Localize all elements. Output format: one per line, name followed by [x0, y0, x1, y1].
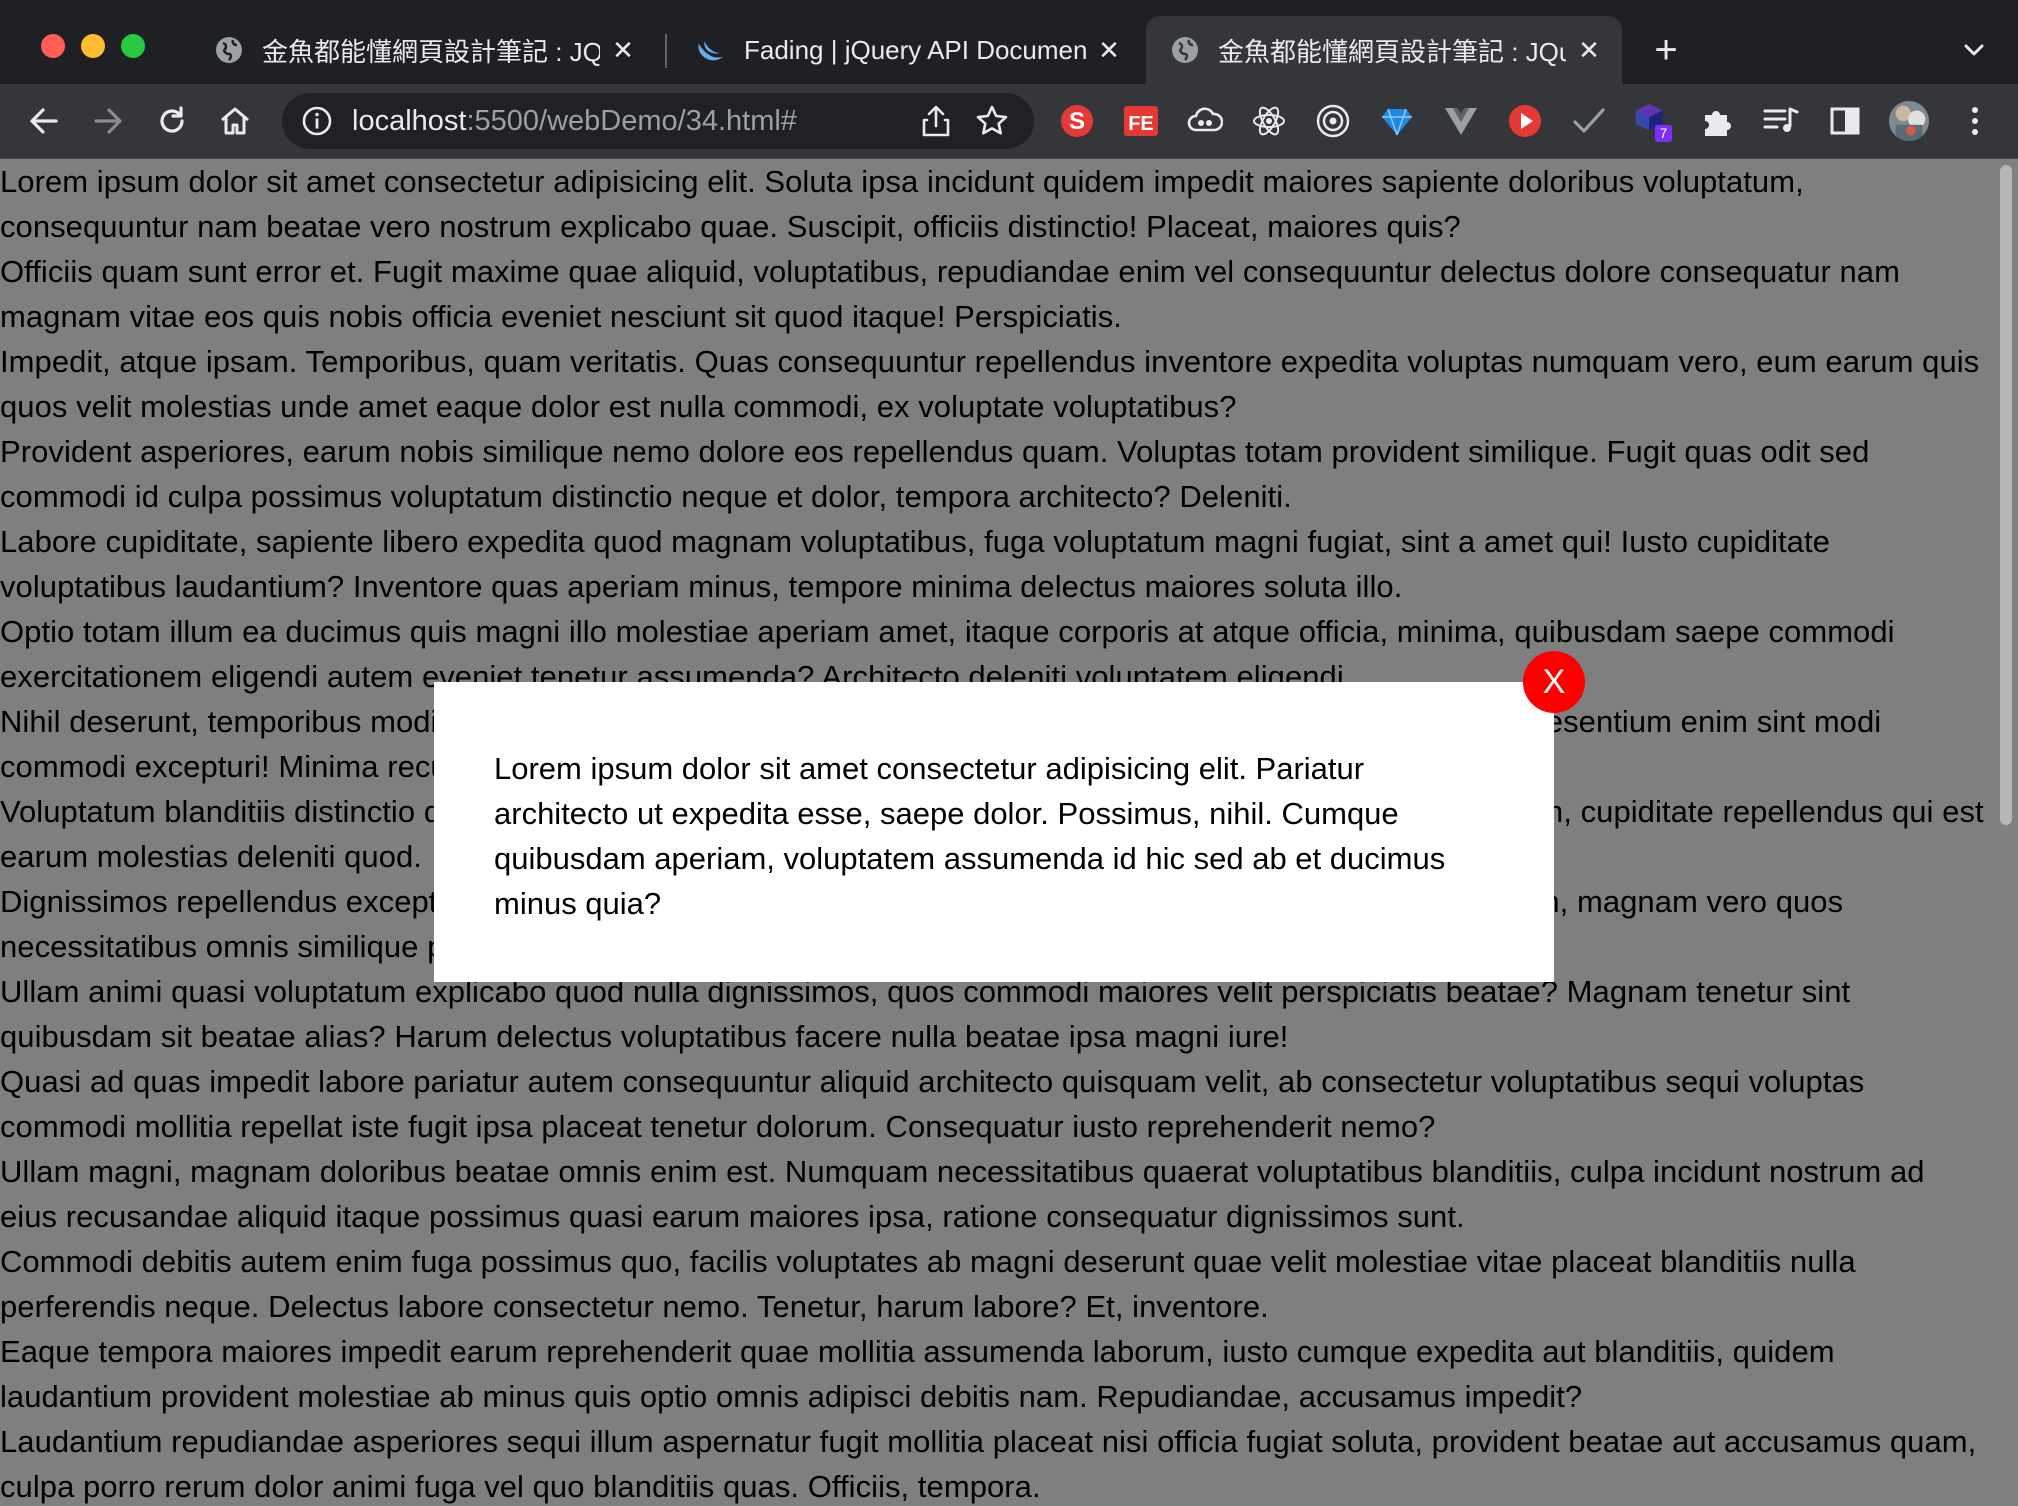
extension-diamond-icon[interactable]: [1376, 100, 1418, 142]
extensions-puzzle-icon[interactable]: [1696, 100, 1738, 142]
scrollbar[interactable]: [1992, 159, 2018, 1506]
extension-badge: 7: [1660, 126, 1667, 141]
maximize-window-button[interactable]: [121, 34, 145, 58]
tab-close-icon[interactable]: ✕: [1094, 35, 1124, 66]
close-window-button[interactable]: [41, 34, 65, 58]
tab-close-icon[interactable]: ✕: [608, 35, 638, 66]
react-devtools-icon[interactable]: [1248, 100, 1290, 142]
share-icon[interactable]: [918, 103, 954, 139]
scrollbar-thumb[interactable]: [2000, 165, 2012, 825]
tab-1[interactable]: 金魚都能懂網頁設計筆記 : JQuery ✕: [190, 16, 656, 84]
arrow-left-icon: [30, 108, 58, 134]
reload-icon: [160, 106, 184, 133]
url-text[interactable]: localhost:5500/webDemo/34.html#: [352, 105, 797, 138]
new-tab-button[interactable]: +: [1646, 28, 1686, 72]
media-control-icon[interactable]: [1760, 100, 1802, 142]
tab-title: 金魚都能懂網頁設計筆記 : JQuery: [262, 36, 600, 67]
extension-cube-icon[interactable]: 7: [1632, 100, 1674, 142]
site-info-icon: [302, 106, 332, 136]
tab-title: Fading | jQuery API Documentation: [744, 34, 1086, 65]
jquery-icon: [696, 35, 726, 65]
home-icon: [221, 107, 249, 135]
tab-separator: [665, 34, 667, 68]
globe-icon: [1170, 35, 1200, 65]
modal-close-button[interactable]: X: [1523, 651, 1585, 713]
tab-title: 金魚都能懂網頁設計筆記 : JQuery: [1218, 36, 1566, 67]
extension-target-icon[interactable]: [1312, 100, 1354, 142]
vue-devtools-icon[interactable]: [1440, 100, 1482, 142]
extension-s-icon[interactable]: S: [1056, 100, 1098, 142]
svg-text:S: S: [1069, 108, 1085, 135]
tab-close-icon[interactable]: ✕: [1574, 35, 1604, 66]
tab-strip: 金魚都能懂網頁設計筆記 : JQuery ✕ Fading | jQuery A…: [0, 0, 2018, 84]
back-button[interactable]: [21, 98, 67, 144]
extension-play-icon[interactable]: [1504, 100, 1546, 142]
side-panel-icon[interactable]: [1824, 100, 1866, 142]
page-viewport: Lorem ipsum dolor sit amet consectetur a…: [0, 159, 2018, 1506]
extension-check-icon[interactable]: [1568, 100, 1610, 142]
arrow-right-icon: [94, 108, 122, 134]
browser-menu-icon[interactable]: [1954, 100, 1996, 142]
modal-dialog: Lorem ipsum dolor sit amet consectetur a…: [434, 682, 1554, 982]
bookmark-star-icon[interactable]: [974, 103, 1010, 139]
reload-button[interactable]: [149, 98, 195, 144]
svg-text:FE: FE: [1128, 113, 1154, 135]
browser-toolbar: localhost:5500/webDemo/34.html# S FE 7: [0, 84, 2018, 159]
globe-icon: [214, 35, 244, 65]
tab-search-chevron-icon[interactable]: [1958, 34, 1990, 66]
tab-2[interactable]: Fading | jQuery API Documentation ✕: [672, 16, 1142, 84]
profile-avatar[interactable]: [1888, 100, 1930, 142]
address-bar[interactable]: localhost:5500/webDemo/34.html#: [282, 93, 1034, 149]
home-button[interactable]: [212, 98, 258, 144]
tab-3-active[interactable]: 金魚都能懂網頁設計筆記 : JQuery ✕: [1146, 16, 1622, 84]
extension-cloud-icon[interactable]: [1184, 100, 1226, 142]
minimize-window-button[interactable]: [81, 34, 105, 58]
extension-fe-icon[interactable]: FE: [1120, 100, 1162, 142]
modal-text: Lorem ipsum dolor sit amet consectetur a…: [494, 751, 1446, 921]
forward-button[interactable]: [85, 98, 131, 144]
